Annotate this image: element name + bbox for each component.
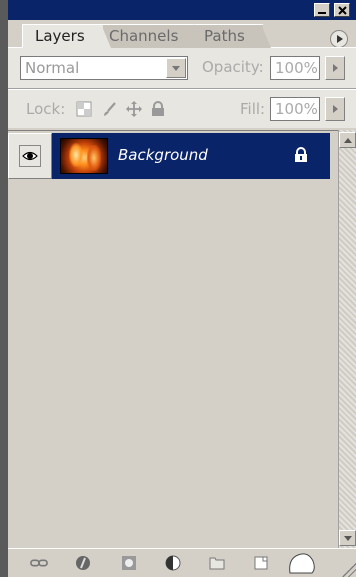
move-icon [126, 101, 142, 117]
visibility-box [19, 145, 41, 167]
layers-palette: Layers Channels Paths Normal Opacity: 10… [8, 0, 356, 577]
palette-menu-button[interactable] [330, 30, 348, 48]
chevron-down-icon [172, 65, 180, 71]
lock-transparency-icon [76, 101, 92, 117]
fill-field[interactable]: 100% [270, 97, 320, 121]
blend-mode-value: Normal [25, 59, 80, 77]
eye-icon [22, 151, 38, 161]
lock-options-row: Lock: Fill: 100% [8, 90, 356, 128]
blend-options-row: Normal Opacity: 100% [8, 48, 356, 88]
triangle-down-icon [343, 535, 352, 541]
layer-row[interactable]: Background [8, 133, 330, 179]
blend-mode-select[interactable]: Normal [20, 56, 188, 80]
resize-grip[interactable] [342, 563, 356, 577]
minimize-button[interactable] [314, 3, 330, 17]
fill-label: Fill: [240, 100, 266, 118]
layers-list: Background [8, 130, 338, 548]
triangle-right-icon [332, 105, 338, 113]
new-layer-button[interactable] [252, 554, 270, 572]
link-layers-icon [30, 559, 48, 567]
adjustment-layer-button[interactable] [164, 554, 182, 572]
triangle-up-icon [343, 137, 352, 143]
new-group-icon [209, 557, 225, 570]
tab-channels[interactable]: Channels [96, 24, 205, 48]
triangle-right-icon [336, 35, 343, 43]
layer-mask-button[interactable] [120, 554, 138, 572]
delete-layer-icon [289, 553, 315, 574]
layers-toolbar [8, 548, 356, 577]
scroll-down-button[interactable] [339, 530, 356, 546]
close-button[interactable] [334, 3, 350, 17]
lock-label: Lock: [26, 100, 66, 118]
link-layers-button[interactable] [30, 554, 48, 572]
new-group-button[interactable] [208, 554, 226, 572]
lock-image-checkbox[interactable] [102, 101, 118, 117]
triangle-right-icon [332, 64, 338, 72]
fill-slider-button[interactable] [325, 97, 345, 121]
adjustment-layer-icon [165, 555, 181, 571]
visibility-toggle[interactable] [8, 133, 52, 179]
new-layer-icon [254, 556, 268, 570]
layers-scrollbar[interactable] [338, 130, 356, 548]
lock-icon [152, 101, 164, 116]
opacity-field[interactable]: 100% [270, 56, 320, 80]
brush-icon [104, 102, 116, 116]
opacity-slider-button[interactable] [325, 56, 345, 80]
close-icon [337, 5, 347, 15]
palette-tabs: Layers Channels Paths [8, 20, 356, 48]
layer-style-icon [76, 556, 90, 570]
layer-item-background[interactable]: Background [52, 133, 330, 179]
lock-icon [295, 147, 307, 162]
scroll-up-button[interactable] [339, 132, 356, 148]
blend-dropdown-button[interactable] [166, 58, 186, 78]
layer-style-button[interactable] [74, 554, 92, 572]
layer-thumbnail [60, 138, 108, 174]
opacity-label: Opacity: [202, 58, 264, 76]
window-edge [0, 0, 8, 577]
delete-layer-button[interactable] [284, 551, 318, 575]
layer-name: Background [118, 146, 208, 164]
lock-all-checkbox[interactable] [150, 101, 166, 117]
lock-position-checkbox[interactable] [126, 101, 142, 117]
lock-transparent-checkbox[interactable] [76, 101, 92, 117]
tab-layers[interactable]: Layers [22, 24, 111, 48]
palette-title-bar[interactable] [8, 0, 356, 20]
layer-mask-icon [122, 556, 136, 570]
